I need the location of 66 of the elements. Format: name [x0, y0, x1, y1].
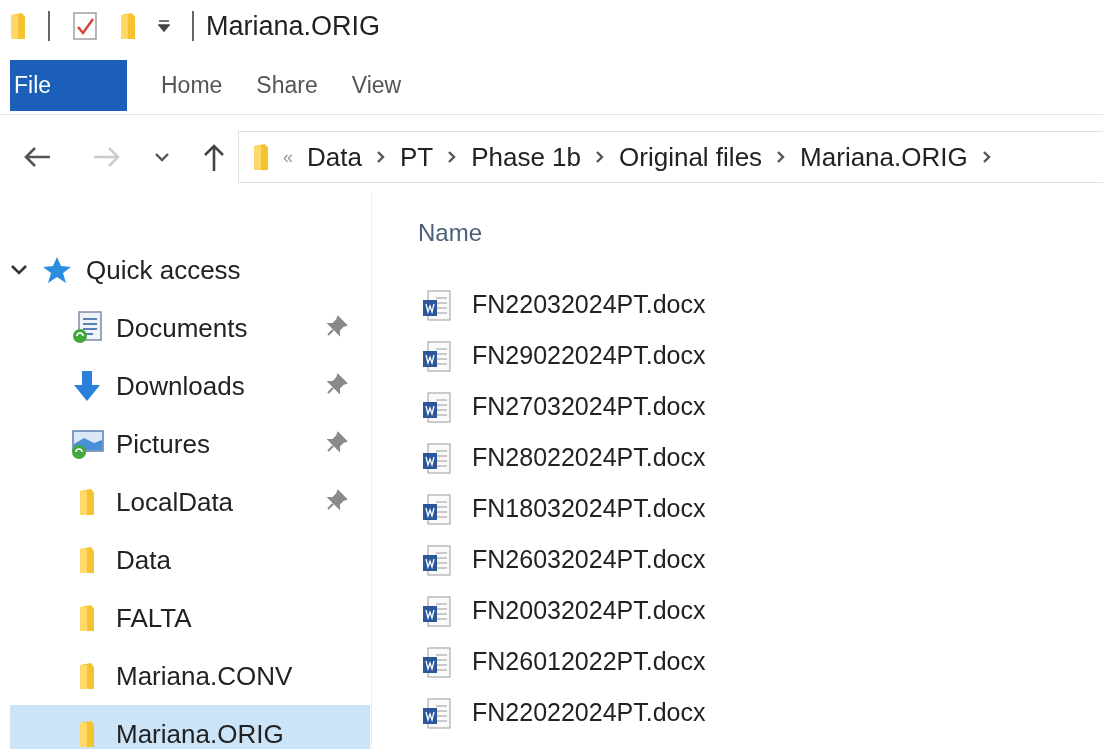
sidebar-item[interactable]: Quick access: [86, 254, 241, 286]
word-document-icon: [422, 390, 452, 423]
file-name[interactable]: FN18032024PT.docx: [472, 494, 706, 523]
back-button[interactable]: [22, 145, 52, 169]
folder-icon: [79, 547, 95, 573]
pin-icon[interactable]: [326, 373, 348, 395]
sidebar-item[interactable]: LocalData: [10, 473, 370, 531]
word-document-icon: [422, 492, 452, 525]
folder-icon: [79, 605, 95, 631]
chevron-icon[interactable]: [776, 150, 787, 164]
file-name[interactable]: FN26032024PT.docx: [472, 545, 706, 574]
up-button[interactable]: [202, 142, 226, 172]
folder-icon: [10, 13, 26, 39]
chevron-icon[interactable]: [595, 150, 606, 164]
properties-icon[interactable]: [72, 11, 98, 41]
sidebar-item[interactable]: Mariana.ORIG: [10, 705, 370, 749]
file-menu-button[interactable]: File: [10, 59, 127, 111]
file-name[interactable]: FN22032024PT.docx: [472, 290, 706, 319]
new-folder-icon: [120, 13, 136, 39]
download-icon: [71, 369, 103, 403]
file-name[interactable]: FN20032024PT.docx: [472, 596, 706, 625]
sidebar-item[interactable]: Documents: [10, 299, 370, 357]
pin-icon[interactable]: [326, 315, 348, 337]
file-name[interactable]: FN27032024PT.docx: [472, 392, 706, 421]
pictures-icon: [70, 428, 104, 460]
breadcrumb[interactable]: Original files: [619, 141, 763, 173]
breadcrumb[interactable]: Mariana.ORIG: [800, 141, 968, 173]
ribbon-tab[interactable]: Home: [161, 57, 223, 113]
documents-icon: [71, 311, 103, 345]
star-icon: [42, 256, 72, 284]
chevron-icon[interactable]: [981, 150, 992, 164]
chevron-icon[interactable]: [375, 150, 386, 164]
word-document-icon: [422, 543, 452, 576]
breadcrumb[interactable]: Data: [307, 141, 362, 173]
file-name[interactable]: FN26012022PT.docx: [472, 647, 706, 676]
folder-icon: [79, 663, 95, 689]
recent-locations-button[interactable]: [154, 151, 170, 163]
file-name[interactable]: FN22022024PT.docx: [472, 698, 706, 727]
ribbon-tab[interactable]: Share: [256, 57, 318, 113]
folder-icon: [253, 144, 269, 170]
breadcrumb[interactable]: PT: [399, 141, 434, 173]
folder-icon: [79, 489, 95, 515]
word-document-icon: [422, 645, 452, 678]
word-document-icon: [422, 696, 452, 729]
address-bar[interactable]: « Data PT Phase 1b Original files Mariana.ORIG: [238, 131, 1103, 183]
pin-icon[interactable]: [326, 489, 348, 511]
column-header[interactable]: Name: [418, 219, 483, 246]
word-document-icon: [422, 594, 452, 627]
word-document-icon: [422, 288, 452, 321]
file-name[interactable]: FN28022024PT.docx: [472, 443, 706, 472]
folder-icon: [79, 721, 95, 747]
sidebar-item[interactable]: Pictures: [10, 415, 370, 473]
window-title: Mariana.ORIG: [206, 10, 381, 42]
dropdown-icon[interactable]: [158, 20, 170, 32]
word-document-icon: [422, 441, 452, 474]
sidebar-item[interactable]: Data: [10, 531, 370, 589]
chevron-icon[interactable]: [447, 150, 458, 164]
sidebar-item[interactable]: FALTA: [10, 589, 370, 647]
breadcrumb[interactable]: Phase 1b: [471, 141, 582, 173]
file-name[interactable]: FN29022024PT.docx: [472, 341, 706, 370]
word-document-icon: [422, 339, 452, 372]
pin-icon[interactable]: [326, 431, 348, 453]
ribbon-tab[interactable]: View: [351, 57, 402, 113]
expand-chevron-icon[interactable]: [10, 263, 28, 277]
sidebar-item[interactable]: Downloads: [10, 357, 370, 415]
sidebar-item[interactable]: Mariana.CONV: [10, 647, 370, 705]
